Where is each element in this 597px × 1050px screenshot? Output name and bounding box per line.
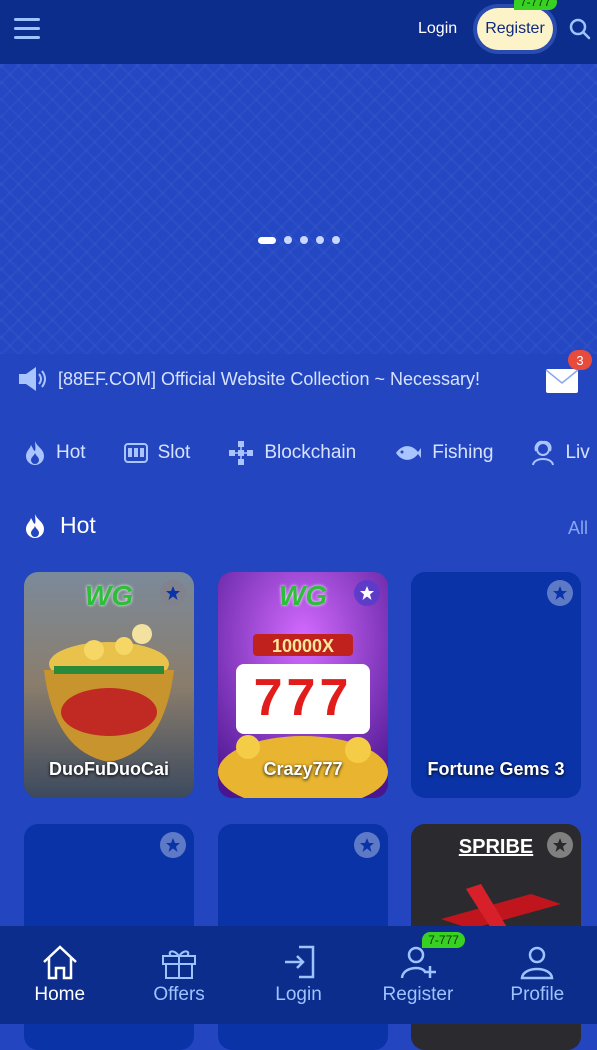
nav-register[interactable]: Register 7-777 (358, 926, 477, 1024)
tab-live-label: Liv (565, 442, 590, 463)
speaker-icon (19, 367, 46, 391)
nav-home[interactable]: Home (0, 926, 119, 1024)
carousel-dots (258, 236, 340, 244)
game-title: DuoFuDuoCai (49, 759, 169, 779)
nav-login-label: Login (275, 984, 322, 1005)
blockchain-icon (229, 441, 254, 465)
game-title: Fortune Gems 3 (427, 759, 565, 779)
section-title-hot: Hot (24, 512, 96, 539)
register-button[interactable]: Register (477, 8, 553, 50)
tab-blockchain-label: Blockchain (264, 442, 357, 463)
tab-slot-label: Slot (157, 442, 191, 463)
game-card[interactable]: WG 10000X 777 Crazy777 (218, 572, 388, 798)
game-card[interactable]: Fortune Gems 3 (411, 572, 581, 798)
flame-icon (26, 441, 44, 465)
bottom-navigation: Home Offers Login Register 7-777 Profile (0, 926, 597, 1024)
add-user-icon (400, 946, 436, 979)
favorite-star-icon[interactable] (354, 832, 380, 858)
home-icon (42, 945, 77, 980)
slot-machine-icon (123, 443, 148, 463)
favorite-star-icon[interactable] (160, 580, 186, 606)
promo-banner[interactable] (0, 64, 597, 354)
carousel-dot[interactable] (316, 236, 324, 244)
mail-icon[interactable] (545, 366, 579, 394)
favorite-star-icon[interactable] (160, 832, 186, 858)
category-tabs: Hot Slot Blockchain Fishing Liv (24, 436, 597, 470)
gift-icon (162, 950, 197, 979)
nav-profile-label: Profile (510, 984, 565, 1005)
game-art-reels: 777 (253, 669, 353, 727)
top-bar: Login Register 7-777 (0, 0, 597, 64)
game-art-multiplier: 10000X (271, 636, 335, 656)
nav-register-label: Register (382, 984, 454, 1005)
game-title: Crazy777 (263, 759, 343, 779)
tab-slot[interactable]: Slot (123, 442, 191, 464)
nav-offers[interactable]: Offers (119, 926, 238, 1024)
nav-profile[interactable]: Profile (478, 926, 597, 1024)
search-icon[interactable] (569, 18, 591, 40)
register-promo-badge: 7-777 (422, 932, 465, 948)
tab-fishing-label: Fishing (432, 442, 494, 463)
tab-fishing[interactable]: Fishing (394, 442, 493, 464)
carousel-dot[interactable] (332, 236, 340, 244)
mail-count-badge: 3 (568, 350, 592, 370)
game-card[interactable]: WG DuoFuDuoCai (24, 572, 194, 798)
carousel-dot[interactable] (300, 236, 308, 244)
flame-icon (26, 513, 44, 538)
tab-hot[interactable]: Hot (24, 440, 86, 466)
view-all-link[interactable]: All (568, 518, 588, 539)
section-title-label: Hot (60, 512, 96, 538)
notice-marquee[interactable]: [88EF.COM] Official Website Collection ~… (18, 364, 538, 394)
carousel-dot-active[interactable] (258, 236, 276, 244)
carousel-dot[interactable] (284, 236, 292, 244)
tab-blockchain[interactable]: Blockchain (228, 440, 356, 466)
tab-hot-label: Hot (56, 442, 86, 463)
hamburger-menu-icon[interactable] (14, 18, 40, 42)
nav-home-label: Home (34, 984, 86, 1005)
fish-icon (396, 446, 422, 460)
nav-login[interactable]: Login (239, 926, 358, 1024)
tab-live[interactable]: Liv (531, 440, 590, 466)
notice-text: [88EF.COM] Official Website Collection ~… (58, 368, 480, 389)
login-link[interactable]: Login (418, 20, 457, 38)
favorite-star-icon[interactable] (547, 832, 573, 858)
register-promo-badge: 7-777 (514, 0, 557, 10)
profile-icon (520, 946, 554, 980)
favorite-star-icon[interactable] (354, 580, 380, 606)
login-icon (284, 945, 314, 979)
favorite-star-icon[interactable] (547, 580, 573, 606)
live-dealer-icon (532, 440, 555, 466)
nav-offers-label: Offers (153, 984, 205, 1005)
